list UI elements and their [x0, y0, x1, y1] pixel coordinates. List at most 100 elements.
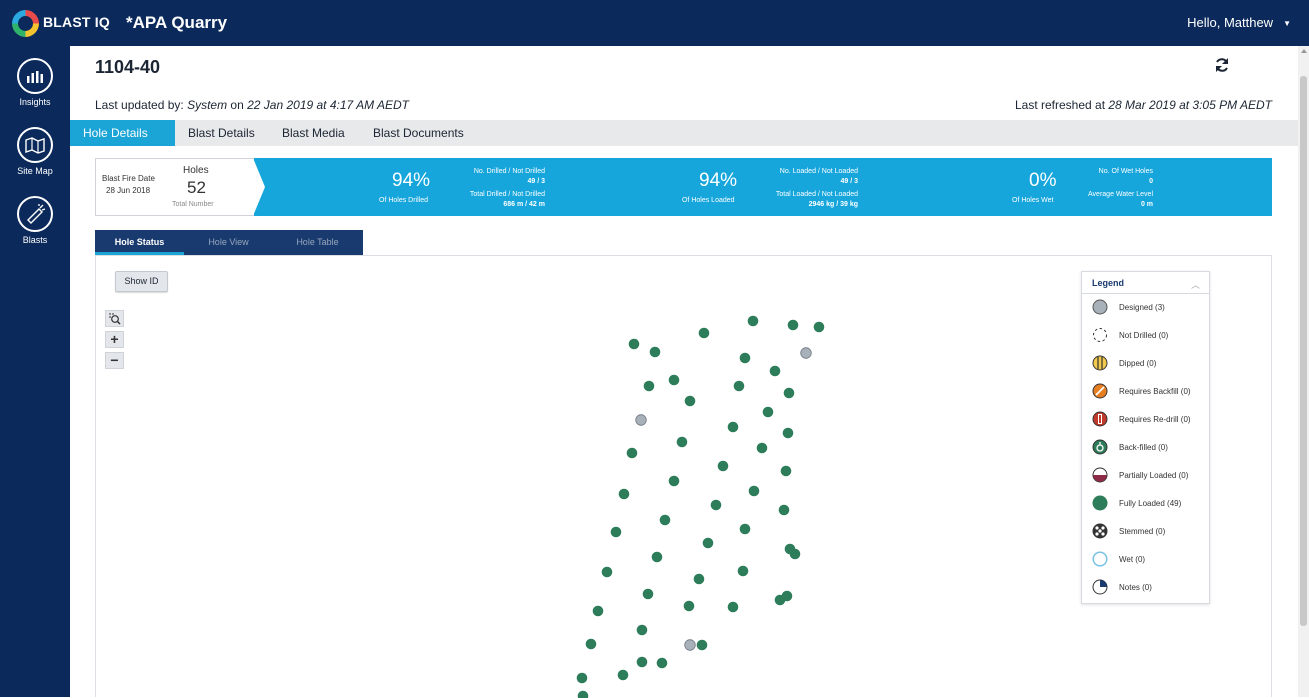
- fully-loaded-hole[interactable]: [626, 447, 638, 459]
- summary-holes-panel: Blast Fire Date 28 Jun 2018 Holes 52 Tot…: [95, 158, 254, 216]
- fully-loaded-hole[interactable]: [576, 672, 588, 684]
- fully-loaded-hole[interactable]: [676, 436, 688, 448]
- drilled-total: 686 m / 42 m: [503, 201, 545, 208]
- fully-loaded-hole[interactable]: [756, 442, 768, 454]
- fully-loaded-hole[interactable]: [780, 465, 792, 477]
- fully-loaded-hole[interactable]: [601, 566, 613, 578]
- fully-loaded-hole[interactable]: [787, 319, 799, 331]
- fully-loaded-hole[interactable]: [762, 406, 774, 418]
- fully-loaded-hole[interactable]: [592, 605, 604, 617]
- fully-loaded-hole[interactable]: [684, 395, 696, 407]
- fully-loaded-hole[interactable]: [628, 338, 640, 350]
- fully-loaded-hole[interactable]: [649, 346, 661, 358]
- fully-loaded-hole[interactable]: [618, 488, 630, 500]
- refresh-icon[interactable]: [1214, 57, 1230, 73]
- legend-label-wet: Wet (0): [1119, 555, 1146, 564]
- fully-loaded-hole[interactable]: [778, 504, 790, 516]
- tab-blast-media[interactable]: Blast Media: [269, 120, 358, 146]
- fire-date-label: Blast Fire Date: [102, 174, 155, 183]
- fully-loaded-hole[interactable]: [747, 315, 759, 327]
- fully-loaded-hole[interactable]: [610, 526, 622, 538]
- scroll-thumb[interactable]: [1300, 76, 1307, 626]
- holes-label: Holes: [183, 165, 209, 176]
- fully-loaded-hole[interactable]: [774, 594, 786, 606]
- fully-loaded-hole[interactable]: [659, 514, 671, 526]
- fully-loaded-hole[interactable]: [683, 600, 695, 612]
- fully-loaded-hole[interactable]: [696, 639, 708, 651]
- fully-loaded-hole[interactable]: [727, 421, 739, 433]
- loaded-percent: 94%: [699, 170, 738, 191]
- legend-label-requires-backfill: Requires Backfill (0): [1119, 387, 1191, 396]
- designed-icon: [1092, 299, 1108, 315]
- sidebar-label-blasts: Blasts: [22, 235, 48, 245]
- fully-loaded-icon: [1092, 495, 1108, 511]
- fully-loaded-hole[interactable]: [702, 537, 714, 549]
- fully-loaded-hole[interactable]: [698, 327, 710, 339]
- fully-loaded-hole[interactable]: [733, 380, 745, 392]
- fully-loaded-hole[interactable]: [710, 499, 722, 511]
- tab-bar: Hole Details Blast Details Blast Media B…: [70, 120, 1298, 146]
- fully-loaded-hole[interactable]: [717, 460, 729, 472]
- subtab-hole-table[interactable]: Hole Table: [273, 230, 362, 255]
- tab-blast-details[interactable]: Blast Details: [175, 120, 268, 146]
- fully-loaded-hole[interactable]: [737, 565, 749, 577]
- fully-loaded-hole[interactable]: [769, 365, 781, 377]
- fully-loaded-hole[interactable]: [642, 588, 654, 600]
- summary-arrow: [253, 158, 265, 216]
- zoom-in-button[interactable]: +: [105, 331, 124, 348]
- show-id-button[interactable]: Show ID: [115, 271, 168, 292]
- refreshed-prefix: Last refreshed at: [1014, 98, 1109, 112]
- designed-hole[interactable]: [635, 414, 647, 426]
- fully-loaded-hole[interactable]: [727, 601, 739, 613]
- logo-text: BLAST IQ: [43, 14, 110, 30]
- fully-loaded-hole[interactable]: [585, 638, 597, 650]
- updated-prefix: Last updated by:: [95, 98, 188, 112]
- fully-loaded-hole[interactable]: [789, 548, 801, 560]
- subtab-hole-view[interactable]: Hole View: [184, 230, 273, 255]
- summary-bar: Blast Fire Date 28 Jun 2018 Holes 52 Tot…: [95, 158, 1272, 216]
- fully-loaded-hole[interactable]: [782, 427, 794, 439]
- zoom-out-button[interactable]: −: [105, 352, 124, 369]
- fully-loaded-hole[interactable]: [651, 551, 663, 563]
- loaded-count: 49 / 3: [840, 178, 858, 185]
- back-filled-icon: [1092, 439, 1108, 455]
- fully-loaded-hole[interactable]: [668, 374, 680, 386]
- chevron-up-icon[interactable]: ︿: [1191, 278, 1200, 291]
- user-menu[interactable]: Hello, Matthew ▼: [1187, 15, 1291, 30]
- sidebar-item-insights[interactable]: Insights: [0, 58, 70, 107]
- updated-on: on: [227, 98, 248, 112]
- fully-loaded-hole[interactable]: [813, 321, 825, 333]
- legend-label-designed: Designed (3): [1119, 303, 1165, 312]
- fully-loaded-hole[interactable]: [643, 380, 655, 392]
- fully-loaded-hole[interactable]: [617, 669, 629, 681]
- fully-loaded-hole[interactable]: [636, 656, 648, 668]
- fully-loaded-hole[interactable]: [783, 387, 795, 399]
- designed-hole[interactable]: [800, 347, 812, 359]
- subtab-hole-status[interactable]: Hole Status: [95, 230, 184, 255]
- top-bar: BLAST IQ *APA Quarry Hello, Matthew ▼: [0, 0, 1309, 46]
- sidebar-item-site-map[interactable]: Site Map: [0, 127, 70, 176]
- fully-loaded-hole[interactable]: [656, 657, 668, 669]
- legend-label-fully-loaded: Fully Loaded (49): [1119, 499, 1182, 508]
- partially-loaded-icon: [1092, 467, 1108, 483]
- wet-count-label: No. Of Wet Holes: [1098, 168, 1153, 175]
- fully-loaded-hole[interactable]: [636, 624, 648, 636]
- designed-hole[interactable]: [684, 639, 696, 651]
- scroll-up-icon[interactable]: [1301, 49, 1307, 53]
- fully-loaded-hole[interactable]: [748, 485, 760, 497]
- fully-loaded-hole[interactable]: [739, 352, 751, 364]
- vertical-scrollbar[interactable]: [1298, 46, 1309, 697]
- holes-sub-label: Total Number: [172, 201, 214, 208]
- caret-down-icon: ▼: [1283, 19, 1291, 29]
- loaded-count-label: No. Loaded / Not Loaded: [779, 168, 858, 175]
- map-icon: [17, 127, 53, 163]
- page-title: 1104-40: [95, 57, 161, 77]
- fully-loaded-hole[interactable]: [668, 475, 680, 487]
- fully-loaded-hole[interactable]: [693, 573, 705, 585]
- zoom-to-fit-icon[interactable]: [105, 310, 124, 327]
- site-title[interactable]: *APA Quarry: [126, 13, 227, 33]
- tab-blast-documents[interactable]: Blast Documents: [360, 120, 477, 146]
- tab-hole-details[interactable]: Hole Details: [70, 120, 175, 146]
- sidebar-item-blasts[interactable]: Blasts: [0, 196, 70, 245]
- fully-loaded-hole[interactable]: [739, 523, 751, 535]
